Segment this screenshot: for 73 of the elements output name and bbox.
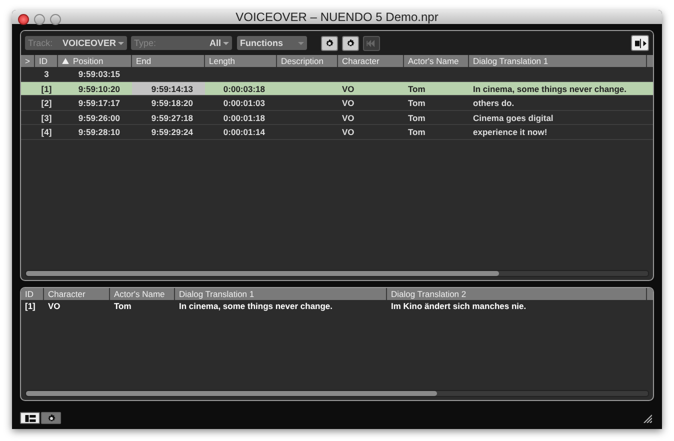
settings-button[interactable] [321, 36, 338, 50]
list-view-tab[interactable] [20, 412, 40, 424]
table-cell-text: Tom [407, 126, 426, 138]
table-row[interactable]: [1] 9:59:10:20 9:59:14:13 0:00:03:18 VO Tom In cinema, some things never change. [21, 82, 653, 96]
table-cell-text: [1] [24, 300, 36, 313]
table-cell-text: 0:00:03:18 [222, 82, 266, 95]
column-header[interactable]: Actor's Name [404, 55, 469, 67]
gear-icon [345, 38, 356, 48]
table-row[interactable]: [3] 9:59:26:00 9:59:27:18 0:00:01:18 VO Tom Cinema goes digital [21, 110, 653, 125]
table-cell-text: VO [341, 97, 356, 110]
functions-dropdown[interactable]: Functions [237, 36, 307, 50]
table-cell-text: [1] [40, 82, 53, 95]
horizontal-scrollbar[interactable] [25, 390, 649, 397]
table-cell-text: In cinema, some things never change. [178, 300, 334, 313]
zoom-button[interactable] [50, 14, 61, 25]
table-cell-text: [3] [40, 112, 53, 124]
export-icon [634, 38, 646, 48]
column-header[interactable]: Dialog Translation 2 [387, 288, 647, 300]
table-cell-text: others do. [472, 97, 516, 110]
column-header[interactable]: Dialog Translation 1 [175, 288, 387, 300]
table-cell-text: 9:59:28:10 [77, 126, 121, 138]
table-cell-text: VO [341, 82, 356, 95]
column-header[interactable]: Actor's Name [110, 288, 175, 300]
table-row[interactable]: [4] 9:59:28:10 9:59:29:24 0:00:01:14 VO Tom experience it now! [21, 125, 653, 140]
table-cell-text: VO [47, 300, 62, 313]
table-cell-text: Im Kino ändert sich manches nie. [390, 300, 528, 313]
table-cell-text: 9:59:03:15 [77, 68, 121, 80]
resize-grip-icon [642, 413, 652, 423]
table-cell-text: In cinema, some things never change. [472, 82, 628, 95]
table-cell: 9:59:14:13 [132, 82, 205, 95]
table-cell-text: VO [341, 126, 356, 138]
table-cell-text: 9:59:10:20 [77, 82, 121, 95]
export-button[interactable] [631, 35, 649, 51]
table-cell-text: Tom [407, 97, 426, 110]
column-header[interactable]: Description [277, 55, 338, 67]
close-button[interactable] [18, 14, 29, 25]
table-cell-text: experience it now! [472, 126, 548, 138]
table-cell-text: Tom [113, 300, 132, 313]
minimize-button[interactable] [34, 14, 45, 25]
list-layout-icon [24, 414, 36, 422]
table-cell-text: Cinema goes digital [472, 112, 554, 124]
table-cell-text: 9:59:26:00 [77, 112, 121, 124]
column-header[interactable]: Position [58, 55, 132, 67]
column-header[interactable]: > [21, 55, 35, 67]
table-cell-text: 3 [43, 68, 50, 80]
sort-icon [62, 58, 69, 64]
table-cell-text: VO [341, 112, 356, 124]
table-cell-text: 0:00:01:14 [222, 126, 266, 138]
window-title: VOICEOVER – NUENDO 5 Demo.npr [236, 10, 438, 24]
table-cell-text: 0:00:01:03 [222, 97, 266, 110]
table-cell-text: 9:59:27:18 [150, 112, 194, 124]
skip-back-icon [366, 40, 377, 46]
table-cell-text: 9:59:17:17 [77, 97, 121, 110]
column-header[interactable]: ID [21, 288, 44, 300]
column-header[interactable]: Length [205, 55, 277, 67]
column-header[interactable]: Dialog Translation 1 [469, 55, 647, 67]
table-row[interactable]: [2] 9:59:17:17 9:59:18:20 0:00:01:03 VO Tom others do. [21, 96, 653, 110]
column-header[interactable]: End [132, 55, 205, 67]
table-cell-text: 9:59:18:20 [150, 97, 194, 110]
settings-button[interactable] [342, 36, 359, 50]
horizontal-scrollbar[interactable] [25, 270, 649, 277]
gear-icon [324, 38, 335, 48]
column-header[interactable]: ID [35, 55, 58, 67]
column-header[interactable]: Character [44, 288, 110, 300]
settings-tab[interactable] [41, 412, 61, 424]
table-cell-text: [4] [40, 126, 53, 138]
gear-icon [46, 412, 56, 424]
table-cell-text: 0:00:01:18 [222, 112, 266, 124]
table-cell-text: 9:59:29:24 [150, 126, 194, 138]
table-cell-text: Tom [407, 82, 426, 95]
table-cell-text: [2] [40, 97, 53, 110]
column-header[interactable]: Character [338, 55, 404, 67]
table-cell-text: Tom [407, 112, 426, 124]
